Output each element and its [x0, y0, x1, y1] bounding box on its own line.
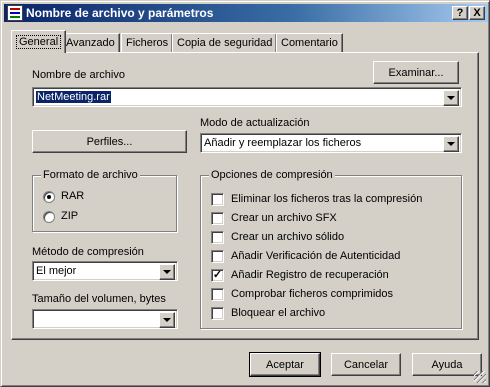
add-recovery-record-checkbox[interactable]: ✓ — [211, 269, 224, 282]
create-sfx-checkbox[interactable] — [211, 212, 224, 225]
format-zip-label[interactable]: ZIP — [61, 210, 78, 222]
delete-files-label[interactable]: Eliminar los ficheros tras la compresión — [231, 193, 422, 205]
compression-options-group: Opciones de compresión Eliminar los fich… — [200, 169, 462, 329]
filename-combobox[interactable]: NetMeeting.rar — [32, 87, 462, 107]
add-recovery-record-label[interactable]: Añadir Registro de recuperación — [231, 269, 389, 281]
help-button[interactable]: Ayuda — [412, 353, 482, 376]
dialog-window: Nombre de archivo y parámetros ? X Gener… — [0, 0, 490, 387]
chevron-down-icon[interactable] — [159, 312, 175, 328]
general-tab-panel: Nombre de archivo Examinar... NetMeeting… — [11, 52, 479, 340]
tab-ficheros[interactable]: Ficheros — [121, 33, 174, 52]
window-title: Nombre de archivo y parámetros — [26, 6, 214, 20]
add-authenticity-label[interactable]: Añadir Verificación de Autenticidad — [231, 250, 400, 262]
format-rar-label[interactable]: RAR — [61, 190, 84, 202]
tab-general[interactable]: General — [11, 30, 67, 53]
lock-archive-checkbox[interactable] — [211, 307, 224, 320]
compression-method-label: Método de compresión — [32, 246, 144, 258]
resize-grip-icon[interactable] — [474, 371, 486, 383]
format-rar-radio[interactable] — [43, 191, 55, 203]
delete-files-checkbox[interactable] — [211, 193, 224, 206]
title-bar[interactable]: Nombre de archivo y parámetros ? X — [4, 4, 488, 22]
create-solid-label[interactable]: Crear un archivo sólido — [231, 231, 344, 243]
chevron-down-icon[interactable] — [159, 264, 175, 280]
browse-button[interactable]: Examinar... — [373, 61, 459, 84]
test-files-checkbox[interactable] — [211, 288, 224, 301]
ok-button[interactable]: Aceptar — [249, 352, 321, 377]
tab-comentario[interactable]: Comentario — [276, 33, 343, 52]
lock-archive-label[interactable]: Bloquear el archivo — [231, 307, 325, 319]
format-zip-radio[interactable] — [43, 211, 55, 223]
compression-options-legend: Opciones de compresión — [209, 169, 335, 181]
profiles-button[interactable]: Perfiles... — [32, 130, 187, 153]
volume-size-label: Tamaño del volumen, bytes — [32, 293, 166, 305]
add-authenticity-checkbox[interactable] — [211, 250, 224, 263]
filename-label: Nombre de archivo — [32, 69, 125, 81]
filename-value[interactable]: NetMeeting.rar — [36, 91, 111, 103]
winrar-app-icon — [7, 5, 23, 21]
create-sfx-label[interactable]: Crear un archivo SFX — [231, 212, 337, 224]
update-mode-value: Añadir y reemplazar los ficheros — [204, 137, 362, 149]
chevron-down-icon[interactable] — [443, 90, 459, 106]
compression-method-value: El mejor — [36, 265, 77, 277]
context-help-button[interactable]: ? — [452, 6, 468, 20]
update-mode-select[interactable]: Añadir y reemplazar los ficheros — [200, 133, 462, 153]
archive-format-group: Formato de archivo RAR ZIP — [32, 169, 177, 232]
tab-avanzado[interactable]: Avanzado — [61, 33, 120, 52]
tab-copia-de-seguridad[interactable]: Copia de seguridad — [172, 33, 278, 52]
archive-format-legend: Formato de archivo — [41, 169, 140, 181]
cancel-button[interactable]: Cancelar — [331, 353, 401, 376]
volume-size-combobox[interactable] — [32, 309, 178, 329]
chevron-down-icon[interactable] — [443, 136, 459, 152]
test-files-label[interactable]: Comprobar ficheros comprimidos — [231, 288, 393, 300]
compression-method-select[interactable]: El mejor — [32, 261, 178, 281]
update-mode-label: Modo de actualización — [200, 117, 310, 129]
create-solid-checkbox[interactable] — [211, 231, 224, 244]
close-button[interactable]: X — [469, 6, 485, 20]
